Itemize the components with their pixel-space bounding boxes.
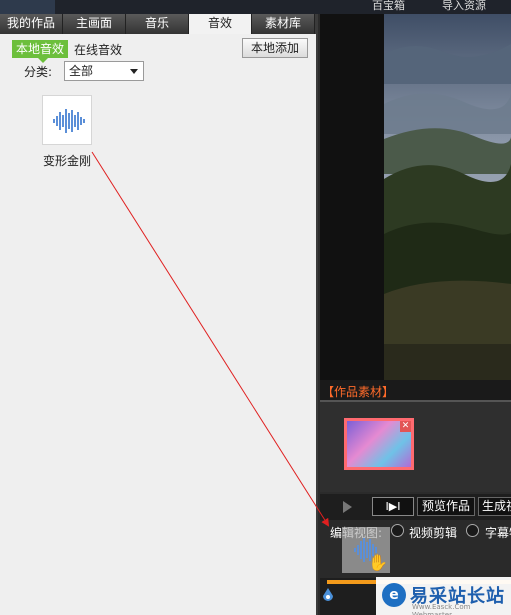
- video-edit-label: 视频剪辑: [409, 526, 458, 540]
- import-resource-menu[interactable]: 导入资源: [442, 0, 486, 13]
- generate-video-button[interactable]: 生成视频: [478, 497, 511, 516]
- sound-item-tile[interactable]: [42, 95, 92, 145]
- close-icon[interactable]: ✕: [400, 421, 411, 432]
- preview-work-button[interactable]: 预览作品: [417, 497, 475, 516]
- app-logo: [0, 0, 55, 14]
- online-sound-tab[interactable]: 在线音效: [74, 41, 122, 58]
- category-label: 分类:: [24, 65, 53, 79]
- video-preview: [384, 14, 511, 380]
- category-select[interactable]: 全部: [64, 61, 144, 81]
- video-edit-radio[interactable]: [391, 524, 404, 537]
- category-selected-value: 全部: [69, 64, 94, 78]
- sound-source-tabs: 本地音效 在线音效: [12, 40, 122, 63]
- assets-title: 【作品素材】: [322, 385, 395, 399]
- subtitle-effect-label: 字幕特效: [485, 526, 511, 540]
- subtitle-effect-radio[interactable]: [466, 524, 479, 537]
- watermark-subtext: Www.Easck.Com Webmaster: [412, 603, 471, 615]
- sound-item-label: 变形金刚: [42, 154, 91, 168]
- tab-main-screen[interactable]: 主画面: [63, 14, 126, 34]
- hand-cursor-icon: ✋: [368, 553, 388, 572]
- watermark-logo-icon: e: [382, 583, 406, 607]
- tab-sound-effects[interactable]: 音效: [189, 14, 252, 34]
- tab-my-works[interactable]: 我的作品: [0, 14, 63, 34]
- main-tabs: 我的作品 主画面 音乐 音效 素材库: [0, 14, 318, 34]
- playhead-marker-icon[interactable]: [322, 588, 334, 602]
- preview-letterbox: [320, 14, 384, 380]
- tab-material-library[interactable]: 素材库: [252, 14, 315, 34]
- frame-step-button[interactable]: I▶I: [372, 497, 414, 516]
- tab-music[interactable]: 音乐: [126, 14, 189, 34]
- local-sound-tab[interactable]: 本地音效: [12, 40, 69, 63]
- landscape-preview-image: [384, 14, 511, 380]
- play-icon[interactable]: [343, 501, 352, 513]
- toolbox-menu[interactable]: 百宝箱: [372, 0, 405, 13]
- chevron-down-icon: [130, 69, 138, 74]
- waveform-icon: [53, 109, 85, 133]
- local-add-button[interactable]: 本地添加: [242, 38, 308, 58]
- top-bar: 百宝箱 导入资源: [0, 0, 511, 14]
